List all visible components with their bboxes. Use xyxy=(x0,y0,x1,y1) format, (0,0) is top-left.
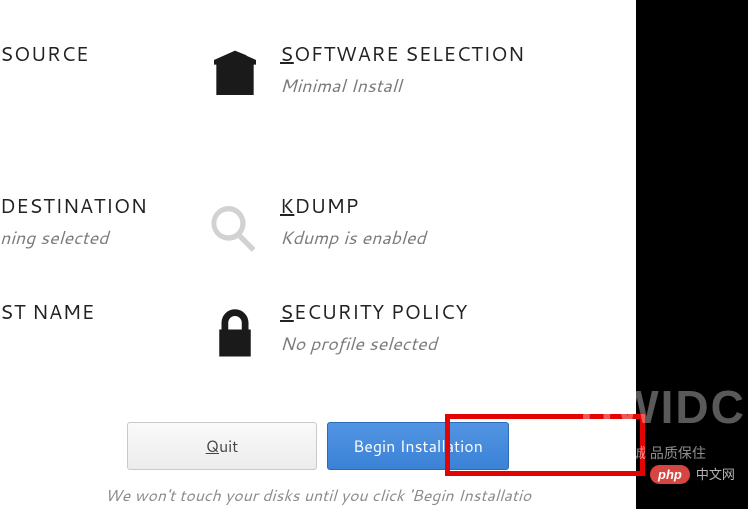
lock-icon xyxy=(190,298,280,364)
security-policy-spoke[interactable]: SECURITY POLICY No profile selected xyxy=(190,298,636,364)
network-hostname-spoke[interactable]: ST NAME xyxy=(0,298,190,364)
security-policy-title: SECURITY POLICY xyxy=(280,298,636,326)
magnifier-icon xyxy=(190,192,280,262)
package-icon xyxy=(190,40,280,102)
footer-warning: We won't touch your disks until you clic… xyxy=(0,484,636,507)
software-selection-spoke[interactable]: SOFTWARE SELECTION Minimal Install xyxy=(190,40,636,102)
installation-source-spoke[interactable]: SOURCE xyxy=(0,40,190,102)
software-selection-subtitle: Minimal Install xyxy=(280,72,636,98)
kdump-subtitle: Kdump is enabled xyxy=(280,224,636,250)
black-sidebar xyxy=(636,0,748,509)
kdump-spoke[interactable]: KDUMP Kdump is enabled xyxy=(190,192,636,262)
network-hostname-title: ST NAME xyxy=(0,298,190,326)
software-selection-title: SOFTWARE SELECTION xyxy=(280,40,636,68)
begin-installation-button[interactable]: Begin Installation xyxy=(327,422,509,470)
security-policy-subtitle: No profile selected xyxy=(280,330,636,356)
quit-button[interactable]: Quit xyxy=(127,422,317,470)
installation-source-title: SOURCE xyxy=(0,40,190,68)
installation-destination-subtitle: ning selected xyxy=(0,224,190,250)
installation-destination-title: DESTINATION xyxy=(0,192,190,220)
kdump-title: KDUMP xyxy=(280,192,636,220)
installation-destination-spoke[interactable]: DESTINATION ning selected xyxy=(0,192,190,262)
